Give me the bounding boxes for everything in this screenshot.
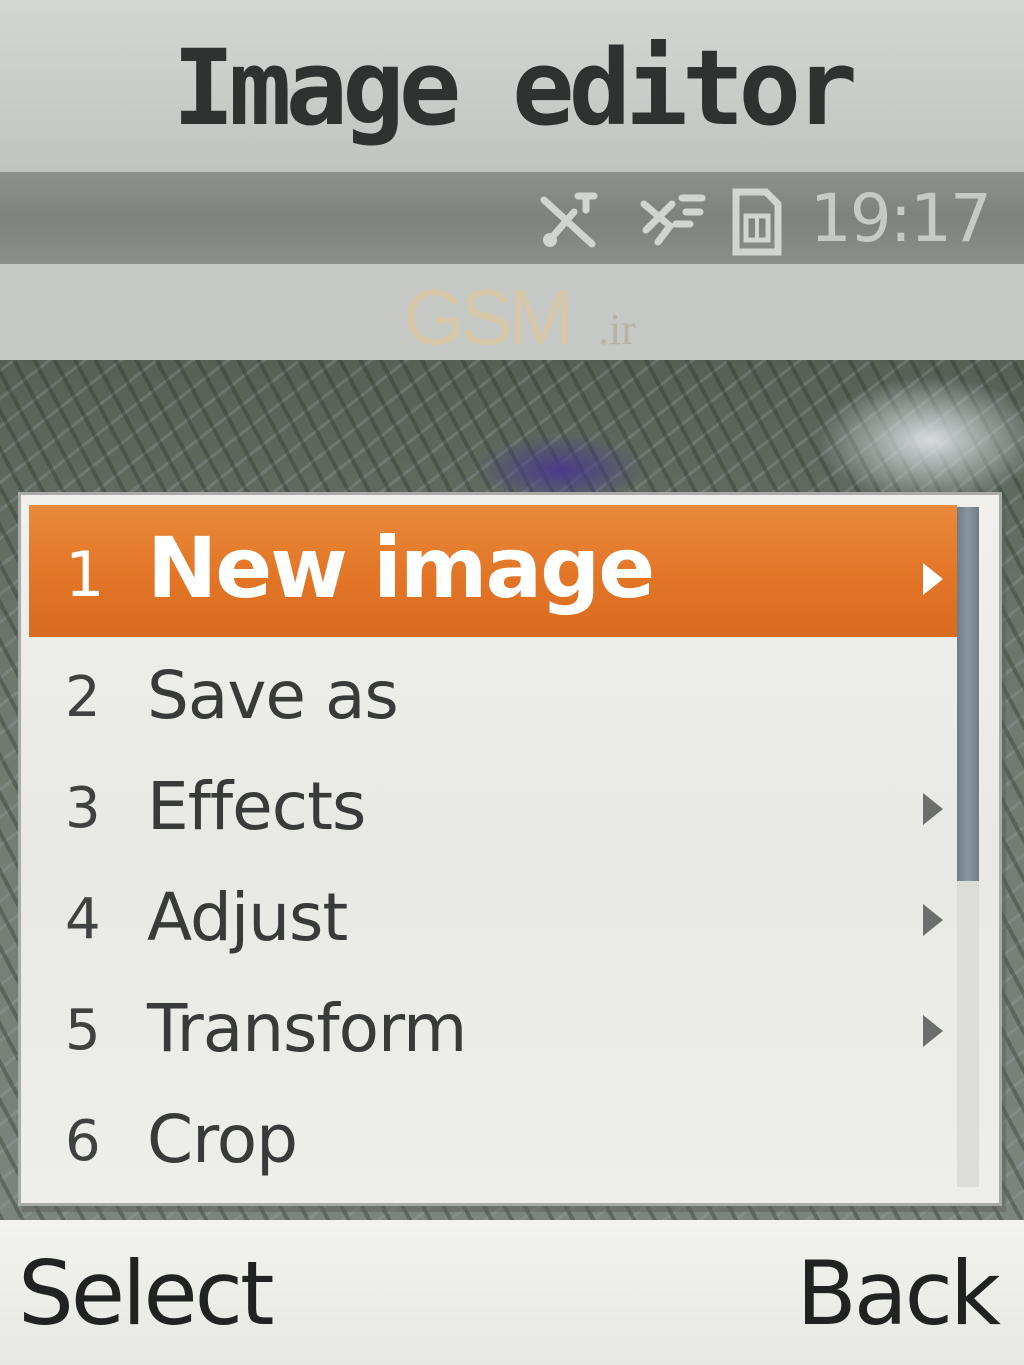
menu-item-new-image[interactable]: 1 New image xyxy=(29,505,957,637)
bluetooth-icon xyxy=(636,186,708,256)
menu-item-save-as[interactable]: 2 Save as xyxy=(29,637,957,748)
menu-item-adjust[interactable]: 4 Adjust xyxy=(29,859,957,970)
menu-item-number: 4 xyxy=(65,887,101,952)
status-time: 19:17 xyxy=(809,180,992,257)
menu-item-number: 2 xyxy=(65,665,101,730)
submenu-arrow-icon xyxy=(923,904,943,936)
select-softkey[interactable]: Select xyxy=(18,1242,274,1345)
menu-item-crop[interactable]: 6 Crop xyxy=(29,1081,957,1192)
menu-item-effects[interactable]: 3 Effects xyxy=(29,748,957,859)
menu-item-number: 3 xyxy=(65,776,101,841)
menu-scrollbar[interactable] xyxy=(957,507,979,1187)
title-bar: Image editor xyxy=(0,0,1024,172)
status-bar: 19:17 xyxy=(0,172,1024,264)
softkey-bar: Select Back xyxy=(0,1220,1024,1365)
menu-scrollbar-thumb[interactable] xyxy=(957,507,979,881)
watermark-logo: GSM xyxy=(404,273,574,361)
watermark-suffix: .ir xyxy=(598,305,636,354)
menu-item-number: 1 xyxy=(65,538,105,611)
menu-item-transform[interactable]: 5 Transform xyxy=(29,970,957,1081)
menu-item-label: Adjust xyxy=(147,879,348,956)
menu-item-label: Crop xyxy=(147,1101,298,1178)
phone-screen: Image editor 19:17 GSM .ir 1 New image 2… xyxy=(0,0,1024,1365)
options-menu: 1 New image 2 Save as 3 Effects 4 Adjust… xyxy=(18,492,1002,1206)
sim-card-icon xyxy=(728,186,782,262)
no-signal-icon xyxy=(534,186,604,256)
menu-item-label: New image xyxy=(147,519,655,617)
watermark-strip: GSM .ir xyxy=(0,264,1024,361)
menu-item-number: 5 xyxy=(65,998,101,1063)
menu-list: 1 New image 2 Save as 3 Effects 4 Adjust… xyxy=(29,505,957,1192)
submenu-arrow-icon xyxy=(923,1015,943,1047)
menu-item-label: Transform xyxy=(147,990,467,1067)
menu-item-number: 6 xyxy=(65,1109,101,1174)
screen-title: Image editor xyxy=(172,27,857,149)
back-softkey[interactable]: Back xyxy=(796,1242,1001,1345)
menu-item-label: Effects xyxy=(147,768,366,845)
submenu-arrow-icon xyxy=(923,563,943,595)
submenu-arrow-icon xyxy=(923,793,943,825)
menu-item-label: Save as xyxy=(147,657,399,734)
